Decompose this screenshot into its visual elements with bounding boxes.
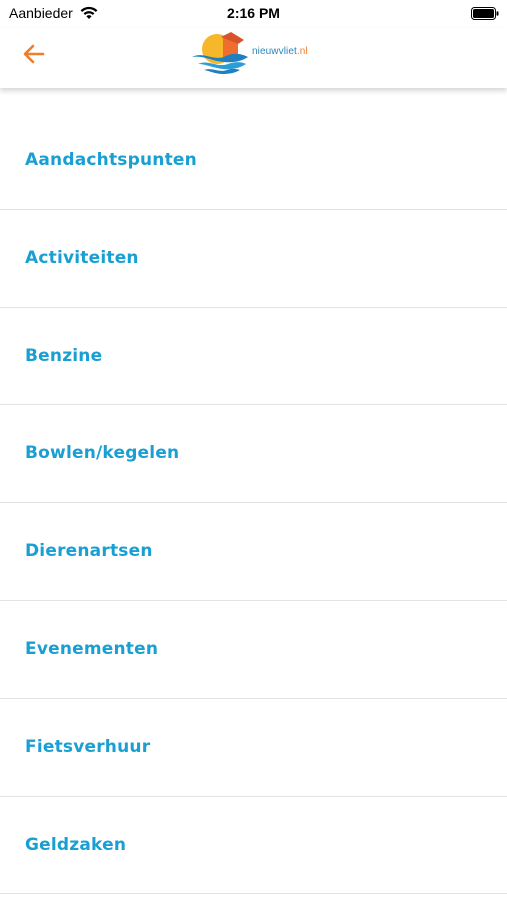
list-item-label: Benzine (25, 345, 103, 366)
list-item-label: Activiteiten (25, 247, 139, 268)
arrow-left-icon (23, 44, 45, 64)
status-bar: Aanbieder 2:16 PM (0, 0, 507, 28)
list-item[interactable]: Benzine (0, 308, 507, 406)
nieuwvliet-logo: nieuwvliet.nl (190, 30, 325, 78)
list-item-label: Bowlen/kegelen (25, 443, 180, 464)
navigation-bar: nieuwvliet.nl (0, 28, 507, 88)
list-item[interactable]: Evenementen (0, 601, 507, 699)
logo-text-tld: .nl (296, 45, 308, 57)
list-item-label: Geldzaken (25, 834, 127, 855)
logo-text-main: nieuwvliet (252, 45, 297, 57)
list-item-label: Dierenartsen (25, 541, 153, 562)
list-item[interactable]: Fietsverhuur (0, 699, 507, 797)
status-time: 2:16 PM (227, 5, 280, 21)
category-list: Aandachtspunten Activiteiten Benzine Bowlen… (0, 112, 507, 895)
list-item[interactable]: Aandachtspunten (0, 112, 507, 210)
list-item-label: Evenementen (25, 638, 159, 659)
logo-mark-icon (192, 32, 248, 74)
list-item-label: Fietsverhuur (25, 736, 151, 757)
logo-wordmark: nieuwvliet.nl (252, 46, 308, 57)
battery-icon (471, 7, 499, 20)
list-item[interactable]: Bowlen/kegelen (0, 405, 507, 504)
list-item[interactable]: Dierenartsen (0, 503, 507, 601)
back-button[interactable] (20, 40, 48, 68)
list-item-label: Aandachtspunten (25, 150, 197, 170)
list-item[interactable]: Activiteiten (0, 210, 507, 308)
list-item[interactable]: Geldzaken (0, 797, 507, 895)
